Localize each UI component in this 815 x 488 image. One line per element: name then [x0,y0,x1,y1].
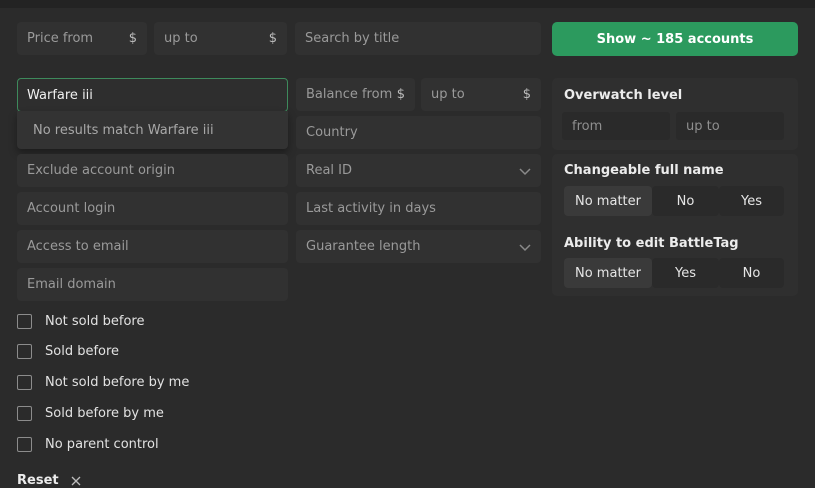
price-from-placeholder: Price from [27,31,94,46]
battletag-title: Ability to edit BattleTag [564,236,739,251]
real-id-placeholder: Real ID [306,163,353,178]
balance-from-placeholder: Balance from [306,87,393,102]
overwatch-level-panel: Overwatch level from up to [552,78,798,150]
currency-symbol: $ [268,31,277,46]
game-search-dropdown: No results match Warfare iii [17,111,288,149]
close-icon [71,476,81,485]
account-login-input[interactable]: Account login [17,192,288,225]
account-options-panel: Changeable full name No matter No Yes Ab… [552,154,798,296]
checkbox-sold-before[interactable]: Sold before [17,344,119,359]
top-bar [0,0,815,8]
search-title-input[interactable]: Search by title [295,22,541,55]
checkbox-label: No parent control [45,437,159,452]
segment-label: Yes [741,193,762,209]
checkbox-label: Sold before by me [45,406,164,421]
access-email-placeholder: Access to email [27,239,129,254]
checkbox-box[interactable] [17,406,32,421]
real-id-select[interactable]: Real ID [296,154,541,187]
balance-to-field[interactable]: up to $ [421,78,541,111]
balance-to-placeholder: up to [431,87,465,102]
checkbox-box[interactable] [17,344,32,359]
currency-symbol: $ [128,31,137,46]
changeable-name-no[interactable]: No [652,186,719,216]
overwatch-from-input[interactable]: from [562,112,670,140]
show-accounts-button[interactable]: Show ~ 185 accounts [552,22,798,56]
segment-label: No matter [575,193,641,209]
exclude-origin-placeholder: Exclude account origin [27,163,175,178]
currency-symbol: $ [396,87,405,102]
last-activity-placeholder: Last activity in days [306,201,436,216]
checkbox-label: Sold before [45,344,120,359]
checkbox-not-sold-before[interactable]: Not sold before [17,314,144,329]
email-domain-placeholder: Email domain [27,277,116,292]
account-login-placeholder: Account login [27,201,116,216]
price-to-field[interactable]: up to $ [154,22,287,55]
battletag-yes[interactable]: Yes [652,258,719,288]
overwatch-to-input[interactable]: up to [676,112,784,140]
segment-label: No matter [575,265,641,281]
currency-symbol: $ [522,87,531,102]
changeable-name-title: Changeable full name [564,163,724,178]
checkbox-sold-before-by-me[interactable]: Sold before by me [17,406,164,421]
access-email-select[interactable]: Access to email [17,230,288,263]
segment-label: No [742,265,761,281]
email-domain-input[interactable]: Email domain [17,268,288,301]
changeable-name-yes[interactable]: Yes [719,186,784,216]
battletag-no-matter[interactable]: No matter [564,258,652,288]
checkbox-label: Not sold before by me [45,375,190,390]
checkbox-label: Not sold before [45,314,145,329]
checkbox-no-parent-control[interactable]: No parent control [17,437,159,452]
segment-label: Yes [675,265,696,281]
show-accounts-label: Show ~ 185 accounts [596,31,754,47]
checkbox-box[interactable] [17,314,32,329]
last-activity-input[interactable]: Last activity in days [296,192,541,225]
chevron-down-icon [519,167,531,175]
segment-label: No [676,193,695,209]
game-search-input[interactable]: Warfare iii [17,78,288,112]
overwatch-from-placeholder: from [572,118,603,134]
game-search-value: Warfare iii [27,87,93,103]
country-placeholder: Country [306,125,358,140]
battletag-no[interactable]: No [719,258,784,288]
search-title-placeholder: Search by title [305,31,400,46]
no-results-text: No results match Warfare iii [33,122,214,138]
price-to-placeholder: up to [164,31,198,46]
guarantee-length-select[interactable]: Guarantee length [296,230,541,263]
chevron-down-icon [519,243,531,251]
checkbox-box[interactable] [17,375,32,390]
guarantee-length-placeholder: Guarantee length [306,239,421,254]
overwatch-level-title: Overwatch level [564,88,683,103]
checkbox-box[interactable] [17,437,32,452]
price-from-field[interactable]: Price from $ [17,22,147,55]
country-select[interactable]: Country [296,116,541,149]
checkbox-not-sold-before-by-me[interactable]: Not sold before by me [17,375,189,390]
balance-from-field[interactable]: Balance from $ [296,78,415,111]
exclude-origin-select[interactable]: Exclude account origin [17,154,288,187]
overwatch-to-placeholder: up to [686,118,720,134]
changeable-name-no-matter[interactable]: No matter [564,186,652,216]
